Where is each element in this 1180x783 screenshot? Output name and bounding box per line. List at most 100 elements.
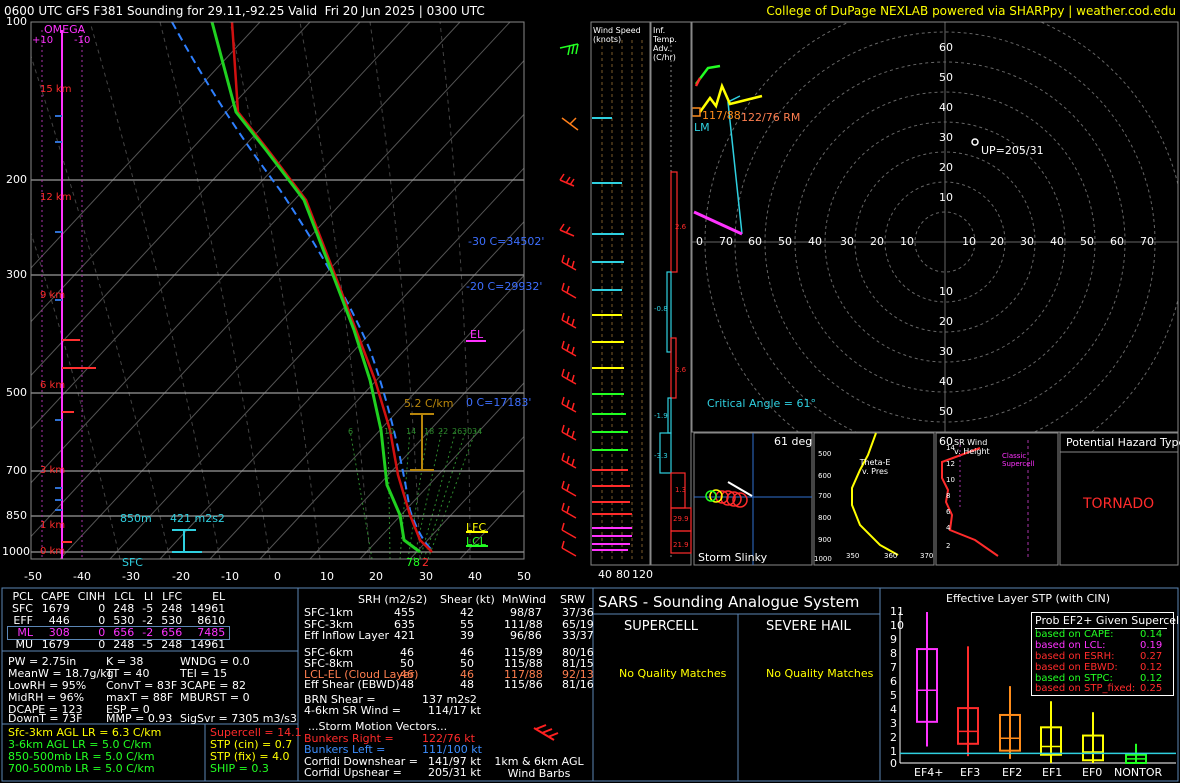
height-tick: 15 km — [40, 84, 72, 95]
hodo-ring-label: 50 — [939, 71, 953, 84]
omega-tick: -10 — [74, 35, 91, 46]
stp-ytick: 0 — [890, 757, 897, 770]
stp-ytick: 10 — [890, 619, 904, 632]
temp-tick: -10 — [221, 570, 239, 583]
mix-ratio-tick: 14 — [406, 427, 417, 436]
hodo-ring-label: 60 — [748, 235, 762, 248]
temp-tick: 10 — [320, 570, 334, 583]
stp-ytick: 2 — [890, 731, 897, 744]
theta-e-ytick: 1000 — [814, 555, 832, 563]
hodo-ring-label: 20 — [939, 315, 953, 328]
hodo-ring-label: 20 — [990, 235, 1004, 248]
pressure-tick: 700 — [6, 464, 27, 477]
stp-title: Effective Layer STP (with CIN) — [946, 592, 1111, 605]
index-value: SigSvr = 7305 m3/s3 — [180, 712, 297, 725]
slinky-label: Storm Slinky — [698, 551, 768, 564]
sr-wind-ytick: 2 — [946, 542, 951, 550]
hodo-ring-label: 30 — [840, 235, 854, 248]
hodo-ring-label: 30 — [939, 345, 953, 358]
stp-ytick: 5 — [890, 689, 897, 702]
stp-ytick: 6 — [890, 675, 897, 688]
left-mover-tag: LM — [694, 121, 710, 134]
hodo-ring-label: 10 — [939, 191, 953, 204]
kin-header: SRH (m2/s2) — [358, 593, 428, 606]
sfc-label: SFC — [122, 556, 143, 569]
motion-value: 205/31 kt — [428, 766, 481, 779]
temp-tick: -50 — [24, 570, 42, 583]
hodo-ring-label: 0 — [696, 235, 703, 248]
table-cell: 248 — [113, 638, 135, 651]
stp-ytick: 11 — [890, 605, 904, 618]
stp-ytick: 4 — [890, 703, 897, 716]
el-label: EL — [470, 328, 484, 341]
sars-supercell-matches: No Quality Matches — [619, 667, 727, 680]
mix-ratio-tick: 26 — [452, 427, 463, 436]
hodo-ring-label: 70 — [1140, 235, 1154, 248]
classic-supercell-label: Classic Supercell — [1002, 452, 1035, 468]
pressure-tick: 500 — [6, 386, 27, 399]
hodo-ring-label: 70 — [719, 235, 733, 248]
theta-e-ytick: 600 — [818, 472, 832, 480]
mix-ratio-tick: 6 — [348, 427, 354, 436]
height-tick: 9 km — [40, 290, 66, 301]
sars-supercell-heading: SUPERCELL — [624, 619, 698, 634]
hodo-ring-label: 50 — [778, 235, 792, 248]
sr-wind-value: 114/17 kt — [428, 704, 481, 717]
sfc-dewpoint-label: 78 — [406, 556, 420, 569]
temp-tick: -30 — [122, 570, 140, 583]
table-cell: MU — [15, 638, 33, 651]
wind-speed-tick: 40 — [598, 568, 612, 581]
upshear-label: UP=205/31 — [981, 144, 1044, 157]
temp-adv-value: -1.9 — [654, 412, 668, 420]
wind-speed-title: Wind Speed (knots) — [593, 26, 641, 44]
table-cell: 248 — [161, 638, 183, 651]
theta-e-ytick: 700 — [818, 492, 832, 500]
mix-ratio-tick: 22 — [438, 427, 449, 436]
prob-title: Prob EF2+ Given Supercell — [1035, 614, 1180, 627]
stp-ytick: 8 — [890, 647, 897, 660]
table-row[interactable]: MU 1679 0 248 -5 248 14961 — [8, 639, 229, 651]
barbs-label: 1km & 6km AGL Wind Barbs — [494, 755, 584, 780]
temp-adv-value: -3.3 — [654, 452, 668, 460]
lapse-rate: 700-500mb LR = 5.0 C/km — [8, 762, 155, 775]
kin-header: MnWind — [502, 593, 547, 606]
850m-label: 850m — [120, 512, 152, 525]
mix-ratio-tick: 34 — [472, 427, 483, 436]
stp-xtick: EF1 — [1042, 766, 1063, 779]
kin-cell: 48 — [400, 678, 414, 691]
hodo-ring-label: 20 — [939, 161, 953, 174]
theta-e-xtick: 350 — [846, 552, 860, 560]
height-tick: 6 km — [40, 380, 66, 391]
pressure-tick: 100 — [6, 15, 27, 28]
table-cell: -5 — [142, 638, 154, 651]
lcl-label: LCL — [466, 535, 486, 548]
sars-hail-matches: No Quality Matches — [766, 667, 874, 680]
temp-adv-value: 21.9 — [673, 541, 689, 549]
hodo-ring-label: 60 — [1110, 235, 1124, 248]
freezing-height-label: 0 C=17183' — [466, 396, 532, 409]
sr-wind-label: 4-6km SR Wind = — [304, 704, 402, 717]
index-value: MBURST = 0 — [180, 691, 250, 704]
prob-value: 0.25 — [1140, 683, 1163, 694]
table-cell: 0 — [98, 638, 106, 651]
prob-label: based on STP_fixed: — [1035, 683, 1136, 694]
stp-ytick: 3 — [890, 717, 897, 730]
height-tick: 3 km — [40, 465, 66, 476]
index-value: DownT = 73F — [8, 712, 83, 725]
temp-tick: 50 — [517, 570, 531, 583]
temp-tick: 30 — [419, 570, 433, 583]
hodo-ring-label: 10 — [939, 285, 953, 298]
stp-xtick: EF4+ — [914, 766, 944, 779]
temp-tick: 40 — [468, 570, 482, 583]
temp-adv-value: 1.3 — [675, 486, 687, 494]
kin-cell: 33/37 — [562, 629, 594, 642]
hodo-ring-label: 40 — [1050, 235, 1064, 248]
index-value: MMP = 0.93 — [106, 712, 173, 725]
hazard-title: Potential Hazard Type — [1066, 436, 1180, 449]
mix-ratio-tick: 18 — [424, 427, 435, 436]
kin-cell: 39 — [460, 629, 474, 642]
sr-wind-ytick: 10 — [946, 476, 955, 484]
hodo-ring-label: 10 — [900, 235, 914, 248]
sars-hail-heading: SEVERE HAIL — [766, 619, 851, 634]
lfc-label: LFC — [466, 521, 487, 534]
